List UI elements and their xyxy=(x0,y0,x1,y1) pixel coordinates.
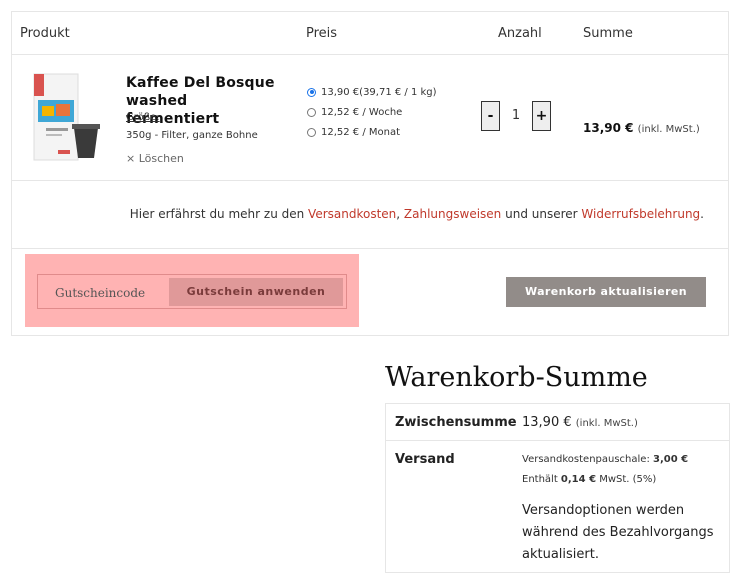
quantity-stepper: - 1 + xyxy=(481,101,551,133)
subtotal-tax: (inkl. MwSt.) xyxy=(575,418,638,429)
header-product: Produkt xyxy=(20,26,70,41)
line-total: 13,90 € (inkl. MwSt.) xyxy=(583,121,700,135)
coupon-highlight: Gutscheincode Gutschein anwenden xyxy=(25,254,359,327)
apply-coupon-button[interactable]: Gutschein anwenden xyxy=(169,278,343,306)
coupon-input[interactable]: Gutscheincode xyxy=(55,286,145,300)
shipping-costs-link[interactable]: Versandkosten xyxy=(308,207,396,221)
line-total-tax: (inkl. MwSt.) xyxy=(637,124,700,135)
info-suffix: . xyxy=(700,207,704,221)
shipping-fee: Versandkostenpauschale: 3,00 € xyxy=(522,454,688,465)
product-name-line1: Kaffee Del Bosque xyxy=(126,75,275,91)
info-row: Hier erfährst du mehr zu den Versandkost… xyxy=(12,181,728,249)
info-sep: , xyxy=(396,207,404,221)
radio-unselected[interactable] xyxy=(307,127,316,137)
update-cart-button[interactable]: Warenkorb aktualisieren xyxy=(506,277,706,307)
shipping-tax-prefix: Enthält xyxy=(522,474,561,485)
coffee-bag-image[interactable] xyxy=(28,70,104,166)
subtotal-row: Zwischensumme 13,90 € (inkl. MwSt.) xyxy=(386,404,729,441)
cart-totals-table: Zwischensumme 13,90 € (inkl. MwSt.) Vers… xyxy=(385,403,730,573)
shipping-note: Versandoptionen werden während des Bezah… xyxy=(522,503,714,562)
price-option-label: 12,52 € / Woche xyxy=(321,106,403,118)
cart-table: Produkt Preis Anzahl Summe Kaffee Del Bo… xyxy=(11,11,729,336)
coupon-form: Gutscheincode Gutschein anwenden xyxy=(37,274,347,309)
subtotal-amount: 13,90 € xyxy=(522,415,572,430)
withdrawal-policy-link[interactable]: Widerrufsbelehrung xyxy=(581,207,700,221)
shipping-fee-value: 3,00 € xyxy=(653,454,689,465)
qty-minus-button[interactable]: - xyxy=(481,101,500,131)
price-option-once[interactable]: 13,90 €(39,71 € / 1 kg) xyxy=(307,82,437,102)
subtotal-label: Zwischensumme xyxy=(395,415,517,430)
shipping-label: Versand xyxy=(395,452,455,467)
price-option-label: 12,52 € / Monat xyxy=(321,126,401,138)
radio-unselected[interactable] xyxy=(307,107,316,117)
cart-header: Produkt Preis Anzahl Summe xyxy=(12,12,728,55)
header-quantity: Anzahl xyxy=(498,26,542,41)
size-value: 350g - Filter, ganze Bohne xyxy=(126,130,258,141)
qty-input[interactable]: 1 xyxy=(500,101,532,131)
cart-item-row: Kaffee Del Bosque washed fermentiert Grö… xyxy=(12,55,728,181)
price-option-label: 13,90 €(39,71 € / 1 kg) xyxy=(321,86,437,98)
cart-totals-title: Warenkorb-Summe xyxy=(385,362,648,393)
cart-actions: Gutscheincode Gutschein anwenden Warenko… xyxy=(12,249,728,335)
shipping-tax: Enthält 0,14 € MwSt. (5%) xyxy=(522,474,656,485)
info-prefix: Hier erfährst du mehr zu den xyxy=(129,207,309,221)
shipping-fee-label: Versandkostenpauschale: xyxy=(522,454,653,465)
remove-item-link[interactable]: × Löschen xyxy=(126,152,184,165)
line-total-value: 13,90 € xyxy=(583,121,634,135)
header-price: Preis xyxy=(306,26,338,41)
price-option-monthly[interactable]: 12,52 € / Monat xyxy=(307,122,437,142)
radio-selected[interactable] xyxy=(307,87,316,97)
qty-plus-button[interactable]: + xyxy=(532,101,551,131)
shipping-tax-value: 0,14 € xyxy=(560,474,597,485)
shipping-tax-suffix: MwSt. (5%) xyxy=(596,474,657,485)
subtotal-value: 13,90 € (inkl. MwSt.) xyxy=(522,415,638,430)
info-text: Hier erfährst du mehr zu den Versandkost… xyxy=(130,207,704,221)
payment-methods-link[interactable]: Zahlungsweisen xyxy=(404,207,501,221)
info-mid: und unserer xyxy=(501,207,582,221)
price-options: 13,90 €(39,71 € / 1 kg) 12,52 € / Woche … xyxy=(307,82,437,142)
price-option-weekly[interactable]: 12,52 € / Woche xyxy=(307,102,437,122)
header-total: Summe xyxy=(583,26,633,41)
size-label: Größe: xyxy=(126,112,160,123)
